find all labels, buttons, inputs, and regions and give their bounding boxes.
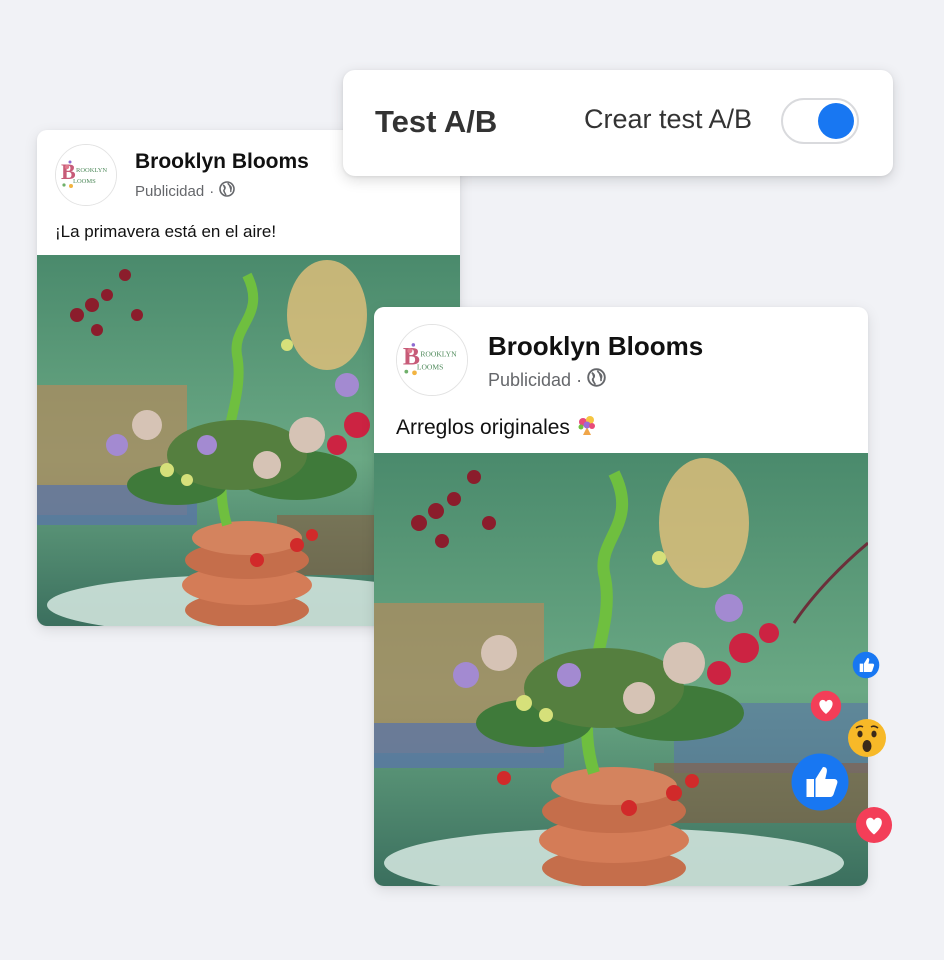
create-ab-test-label: Crear test A/B xyxy=(584,104,753,134)
brooklyn-blooms-logo: B ROOKLYN LOOMS xyxy=(56,145,116,205)
like-icon-large xyxy=(790,752,850,812)
page-avatar[interactable]: B ROOKLYN LOOMS xyxy=(55,144,117,206)
sponsored-text: Publicidad xyxy=(135,182,205,200)
caption-text: Arreglos originales xyxy=(396,416,570,439)
globe-icon xyxy=(219,181,236,201)
sponsored-label: Publicidad · xyxy=(488,368,606,392)
brooklyn-blooms-logo: B ROOKLYN LOOMS xyxy=(397,325,467,395)
globe-icon xyxy=(587,368,606,392)
svg-text:LOOMS: LOOMS xyxy=(417,362,444,371)
love-icon xyxy=(855,806,893,844)
ab-test-panel: Test A/B Crear test A/B xyxy=(343,70,893,176)
svg-text:ROOKLYN: ROOKLYN xyxy=(420,350,457,359)
post-header: B ROOKLYN LOOMS Brooklyn Blooms Publicid… xyxy=(374,307,868,407)
logo-text-1: ROOKLYN xyxy=(76,167,107,174)
logo-text-2: LOOMS xyxy=(73,178,96,185)
toggle-knob xyxy=(818,103,854,139)
ab-test-title: Test A/B xyxy=(375,104,498,139)
wow-icon xyxy=(847,718,887,758)
like-icon xyxy=(852,651,880,679)
post-image[interactable] xyxy=(374,453,868,886)
bouquet-emoji-icon xyxy=(576,414,598,442)
page-avatar[interactable]: B ROOKLYN LOOMS xyxy=(396,324,468,396)
love-icon xyxy=(810,690,842,722)
page-name[interactable]: Brooklyn Blooms xyxy=(135,150,309,174)
post-caption: Arreglos originales xyxy=(396,414,598,442)
create-ab-test-toggle[interactable] xyxy=(781,98,859,144)
sponsored-text: Publicidad xyxy=(488,369,572,390)
post-caption: ¡La primavera está en el aire! xyxy=(55,222,277,241)
page-name[interactable]: Brooklyn Blooms xyxy=(488,331,703,362)
sponsored-label: Publicidad · xyxy=(135,181,236,201)
